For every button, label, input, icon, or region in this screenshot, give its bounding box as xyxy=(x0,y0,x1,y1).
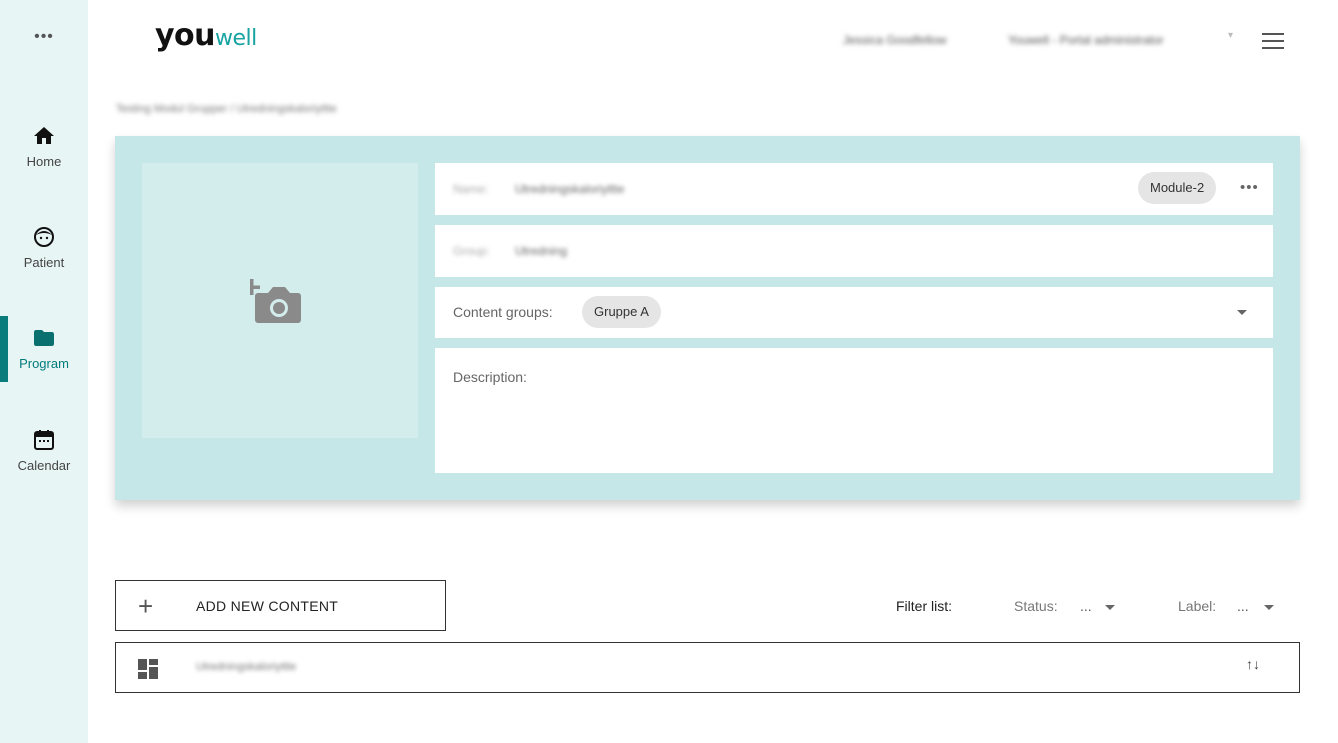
group-value: Utredning xyxy=(515,244,568,258)
status-filter-label: Status: xyxy=(1014,598,1058,614)
add-photo-icon xyxy=(250,279,301,323)
status-filter-value: ... xyxy=(1080,598,1092,614)
list-item[interactable]: Utredningskaloriyttte ↑↓ xyxy=(115,642,1300,693)
description-label: Description: xyxy=(453,369,527,385)
logo-prefix: you xyxy=(155,18,216,53)
label-filter-value: ... xyxy=(1237,598,1249,614)
status-filter-select[interactable]: ... xyxy=(1080,598,1092,614)
chevron-down-icon[interactable]: ▾ xyxy=(1228,30,1233,41)
sidebar-item-label: Program xyxy=(19,356,69,371)
chevron-down-icon[interactable] xyxy=(1105,605,1115,610)
group-field[interactable]: Group: Utredning xyxy=(435,225,1273,277)
content-group-chip[interactable]: Gruppe A xyxy=(582,296,661,328)
sidebar-item-label: Patient xyxy=(23,255,65,270)
filter-list-label: Filter list: xyxy=(896,598,952,614)
add-new-content-label: ADD NEW CONTENT xyxy=(196,598,339,614)
user-name[interactable]: Jessica Goodfellow xyxy=(843,33,946,47)
sidebar-more-button[interactable]: ••• xyxy=(0,28,88,46)
sidebar-item-label: Calendar xyxy=(17,458,71,473)
label-filter-label: Label: xyxy=(1178,598,1217,614)
label-filter-select[interactable]: ... xyxy=(1237,598,1249,614)
group-label: Group: xyxy=(453,244,490,258)
chevron-down-icon[interactable] xyxy=(1264,605,1274,610)
more-options-icon[interactable]: ••• xyxy=(1240,179,1259,196)
sidebar-item-home[interactable]: Home xyxy=(0,124,88,194)
name-value: Utredningskaloriyttte xyxy=(515,182,625,196)
content-groups-label: Content groups: xyxy=(453,304,553,320)
face-icon xyxy=(34,227,54,247)
breadcrumb[interactable]: Testing Modul Grupper / Utredningskalori… xyxy=(116,103,337,115)
name-field[interactable]: Name: Utredningskaloriyttte Module-2 ••• xyxy=(435,163,1273,215)
module-chip[interactable]: Module-2 xyxy=(1138,172,1217,204)
description-field[interactable]: Description: xyxy=(435,348,1273,473)
plus-icon: + xyxy=(138,591,154,621)
list-item-title: Utredningskaloriyttte xyxy=(196,661,297,673)
image-upload-area[interactable] xyxy=(142,163,418,438)
user-role-select[interactable]: Youwell - Portal administrator xyxy=(1008,33,1164,47)
sidebar-item-calendar[interactable]: Calendar xyxy=(0,428,88,498)
sidebar-item-label: Home xyxy=(26,154,62,169)
folder-icon xyxy=(34,330,54,346)
content-groups-select[interactable]: Content groups: Gruppe A xyxy=(435,287,1273,338)
sidebar-item-program[interactable]: Program xyxy=(0,326,88,396)
chevron-down-icon[interactable] xyxy=(1237,310,1247,315)
hamburger-icon[interactable] xyxy=(1262,33,1284,49)
sidebar-item-patient[interactable]: Patient xyxy=(0,225,88,295)
sort-icon[interactable]: ↑↓ xyxy=(1246,656,1260,672)
name-label: Name: xyxy=(453,182,489,196)
calendar-icon xyxy=(34,430,54,450)
youwell-logo[interactable]: youwell xyxy=(155,18,257,53)
sidebar: ••• Home Patient Program Calendar xyxy=(0,0,88,743)
add-new-content-button[interactable]: + ADD NEW CONTENT xyxy=(115,580,446,631)
home-icon xyxy=(34,127,54,144)
dashboard-icon xyxy=(138,659,158,679)
logo-suffix: well xyxy=(215,26,257,51)
